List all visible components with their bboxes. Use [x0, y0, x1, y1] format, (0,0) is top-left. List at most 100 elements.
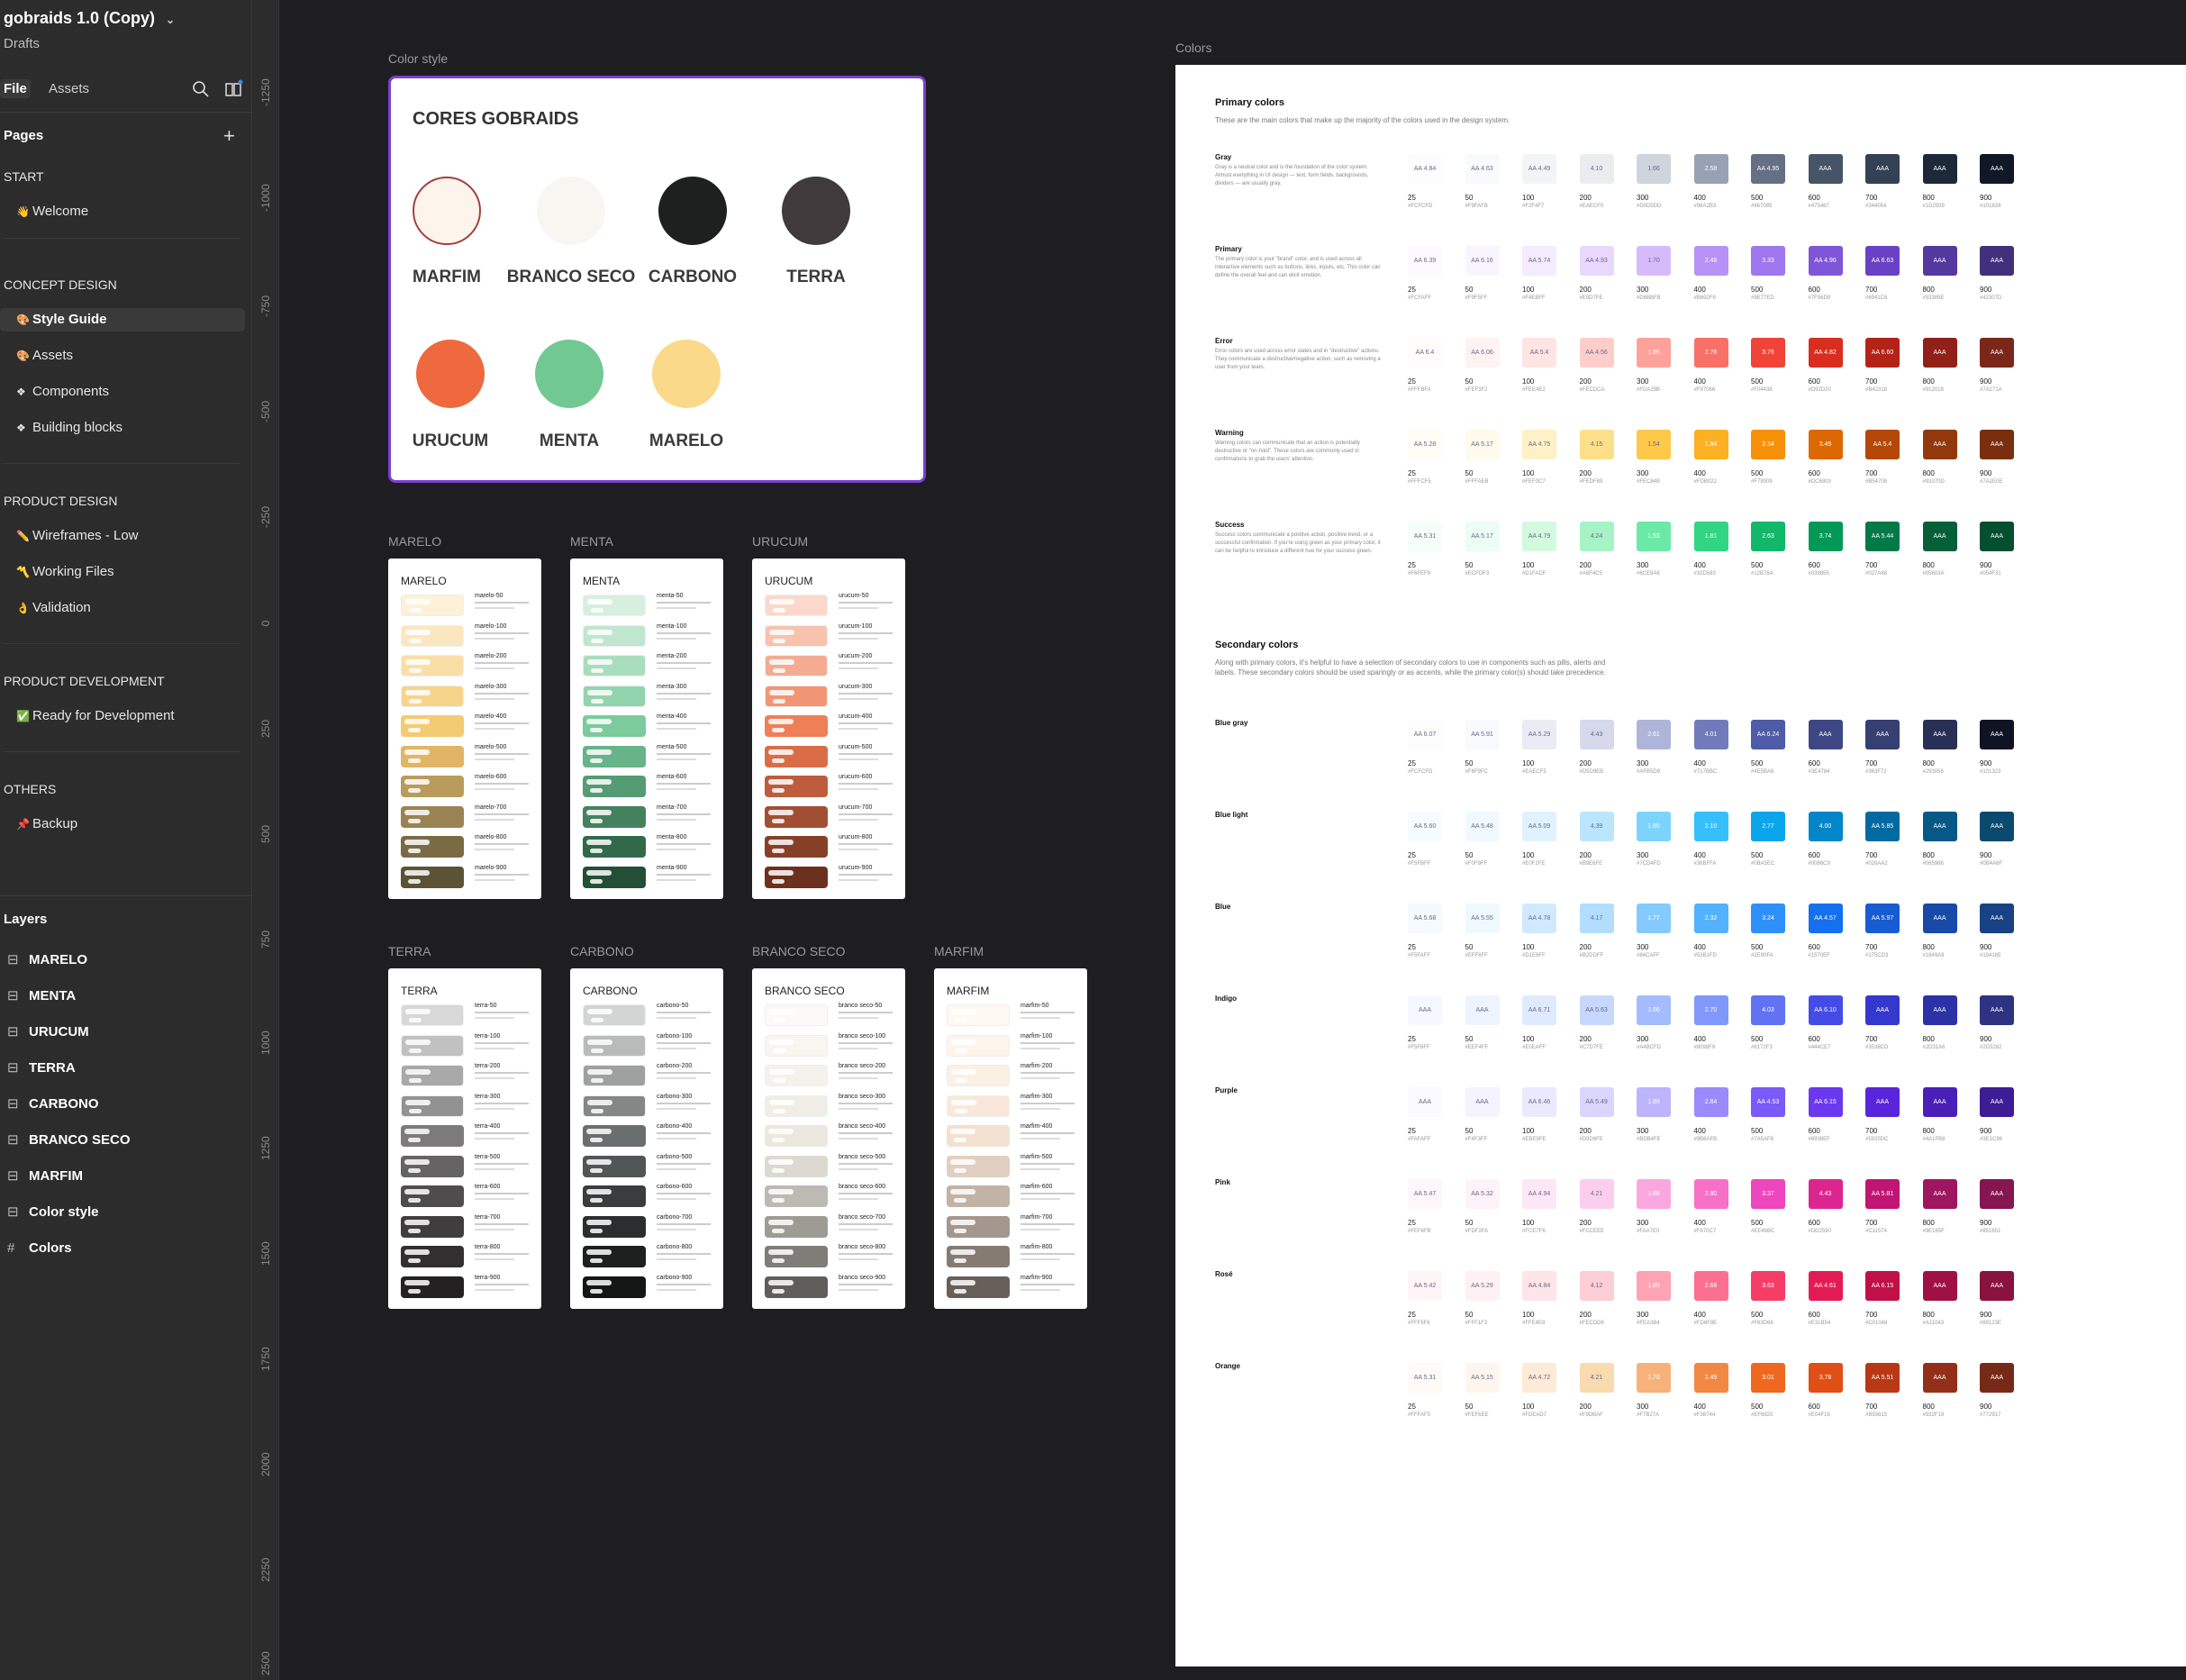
color-tile[interactable]: 3.76 — [1751, 338, 1785, 368]
color-tile[interactable]: 3.78 — [1808, 1363, 1843, 1393]
color-tile[interactable]: AAA — [1465, 1087, 1500, 1117]
color-tile[interactable]: AA 4.79 — [1522, 522, 1556, 551]
color-swatch-terra[interactable] — [782, 177, 850, 245]
color-tile[interactable]: AA 6.10 — [1808, 995, 1843, 1025]
canvas[interactable]: Color style CORES GOBRAIDS MARFIM BRANCO … — [280, 0, 2186, 1680]
layer-menta[interactable]: ⊟ MENTA — [0, 985, 245, 1008]
color-tile[interactable]: 4.00 — [1808, 812, 1843, 841]
palette-card-branco-seco[interactable]: BRANCO SECO branco seco-50 branco seco-100… — [752, 968, 905, 1309]
color-tile[interactable]: AAA — [1980, 1363, 2014, 1393]
color-tile[interactable]: AAA — [1980, 1271, 2014, 1301]
color-tile[interactable]: 2.49 — [1693, 1363, 1728, 1393]
color-tile[interactable]: AA 5.29 — [1465, 1271, 1500, 1301]
layer-color-style[interactable]: ⊟ Color style — [0, 1201, 245, 1224]
color-tile[interactable]: AAA — [1980, 812, 2014, 841]
color-tile[interactable]: AA 5.09 — [1522, 812, 1556, 841]
color-tile[interactable]: 1.66 — [1637, 995, 1671, 1025]
color-tile[interactable]: AA 5.31 — [1408, 522, 1442, 551]
colors-frame[interactable]: Primary colors These are the main colors… — [1175, 65, 2186, 1666]
color-tile[interactable]: 4.01 — [1693, 720, 1728, 749]
color-tile[interactable]: AA 5.49 — [1579, 1087, 1614, 1117]
color-tile[interactable]: AAA — [1408, 1087, 1442, 1117]
color-tile[interactable]: 1.85 — [1637, 812, 1671, 841]
add-page-icon[interactable]: + — [223, 124, 235, 148]
color-tile[interactable]: AAA — [1922, 1087, 1957, 1117]
layer-marelo[interactable]: ⊟ MARELO — [0, 949, 245, 972]
page-item-backup[interactable]: 📌 Backup — [0, 813, 245, 836]
library-book-icon[interactable] — [223, 79, 243, 99]
page-item-welcome[interactable]: 👋 Welcome — [0, 200, 245, 223]
palette-card-carbono[interactable]: CARBONO carbono-50 carbono-100 carbono-200 c… — [570, 968, 723, 1309]
color-tile[interactable]: AAA — [1865, 720, 1900, 749]
color-tile[interactable]: AA 6.4 — [1408, 338, 1442, 368]
color-tile[interactable]: AA 5.85 — [1865, 812, 1900, 841]
color-tile[interactable]: AA 5.28 — [1408, 430, 1442, 459]
color-tile[interactable]: AA 6.07 — [1408, 720, 1442, 749]
color-tile[interactable]: AA 4.72 — [1522, 1363, 1556, 1393]
color-tile[interactable]: AAA — [1922, 1363, 1957, 1393]
color-tile[interactable]: 2.80 — [1693, 1179, 1728, 1209]
color-tile[interactable]: 1.66 — [1637, 154, 1671, 184]
page-item-working-files[interactable]: 〽️ Working Files — [0, 560, 245, 584]
color-tile[interactable]: 2.70 — [1693, 995, 1728, 1025]
color-tile[interactable]: 1.84 — [1693, 430, 1728, 459]
color-tile[interactable]: AA 5.55 — [1465, 904, 1500, 933]
color-tile[interactable]: AAA — [1922, 522, 1957, 551]
color-tile[interactable]: AA 4.63 — [1465, 154, 1500, 184]
color-tile[interactable]: AAA — [1865, 154, 1900, 184]
color-tile[interactable]: AA 6.46 — [1522, 1087, 1556, 1117]
color-tile[interactable]: AA 5.68 — [1408, 904, 1442, 933]
color-tile[interactable]: AA 5.42 — [1408, 1271, 1442, 1301]
color-tile[interactable]: AAA — [1980, 995, 2014, 1025]
page-item-style-guide[interactable]: 🎨 Style Guide — [0, 308, 245, 331]
color-tile[interactable]: AA 5.32 — [1465, 1179, 1500, 1209]
color-tile[interactable]: AAA — [1980, 522, 2014, 551]
color-tile[interactable]: AA 4.53 — [1751, 1087, 1785, 1117]
color-tile[interactable]: 4.24 — [1579, 522, 1614, 551]
frame-label-color-style[interactable]: Color style — [388, 51, 448, 66]
color-tile[interactable]: AAA — [1980, 1179, 2014, 1209]
color-tile[interactable]: AA 5.47 — [1408, 1179, 1442, 1209]
file-location[interactable]: Drafts — [4, 36, 40, 51]
tab-assets[interactable]: Assets — [45, 79, 93, 98]
color-tile[interactable]: AAA — [1980, 720, 2014, 749]
color-tile[interactable]: AA 4.94 — [1522, 1179, 1556, 1209]
color-tile[interactable]: 4.17 — [1579, 904, 1614, 933]
color-tile[interactable]: AA 6.39 — [1408, 246, 1442, 276]
color-tile[interactable]: 1.89 — [1637, 1087, 1671, 1117]
color-tile[interactable]: 2.68 — [1693, 1271, 1728, 1301]
color-tile[interactable]: AAA — [1808, 154, 1843, 184]
color-tile[interactable]: AAA — [1922, 720, 1957, 749]
color-tile[interactable]: AAA — [1980, 430, 2014, 459]
color-tile[interactable]: 3.49 — [1808, 430, 1843, 459]
color-tile[interactable]: AA 4.84 — [1408, 154, 1442, 184]
page-item-assets[interactable]: 🎨 Assets — [0, 344, 245, 368]
color-tile[interactable]: AA 5.48 — [1465, 812, 1500, 841]
color-tile[interactable]: 1.89 — [1637, 1271, 1671, 1301]
frame-label-branco-seco[interactable]: BRANCO SECO — [752, 944, 845, 958]
color-tile[interactable]: AA 4.75 — [1522, 430, 1556, 459]
color-swatch-marfim[interactable] — [413, 177, 481, 245]
color-tile[interactable]: AAA — [1980, 338, 2014, 368]
page-item-ready-for-development[interactable]: ✅ Ready for Development — [0, 704, 245, 728]
color-tile[interactable]: AAA — [1465, 995, 1500, 1025]
color-tile[interactable]: AA 5.31 — [1408, 1363, 1442, 1393]
color-tile[interactable]: AAA — [1922, 246, 1957, 276]
color-tile[interactable]: AAA — [1922, 1179, 1957, 1209]
frame-label-carbono[interactable]: CARBONO — [570, 944, 634, 958]
color-tile[interactable]: 2.61 — [1637, 720, 1671, 749]
frame-label-marfim[interactable]: MARFIM — [934, 944, 984, 958]
palette-card-marelo[interactable]: MARELO marelo-50 marelo-100 marelo-200 marel… — [388, 558, 541, 899]
color-tile[interactable]: 4.43 — [1579, 720, 1614, 749]
color-tile[interactable]: 1.53 — [1637, 522, 1671, 551]
color-tile[interactable]: AA 6.15 — [1865, 1271, 1900, 1301]
color-tile[interactable]: 1.79 — [1637, 1363, 1671, 1393]
color-tile[interactable]: 2.84 — [1693, 1087, 1728, 1117]
color-tile[interactable]: 2.32 — [1693, 904, 1728, 933]
color-swatch-urucum[interactable] — [416, 340, 485, 408]
palette-card-menta[interactable]: MENTA menta-50 menta-100 menta-200 menta-300… — [570, 558, 723, 899]
color-tile[interactable]: AA 6.06 — [1465, 338, 1500, 368]
color-tile[interactable]: AA 6.15 — [1808, 1087, 1843, 1117]
color-tile[interactable]: AA 4.57 — [1808, 904, 1843, 933]
color-tile[interactable]: 4.03 — [1751, 995, 1785, 1025]
